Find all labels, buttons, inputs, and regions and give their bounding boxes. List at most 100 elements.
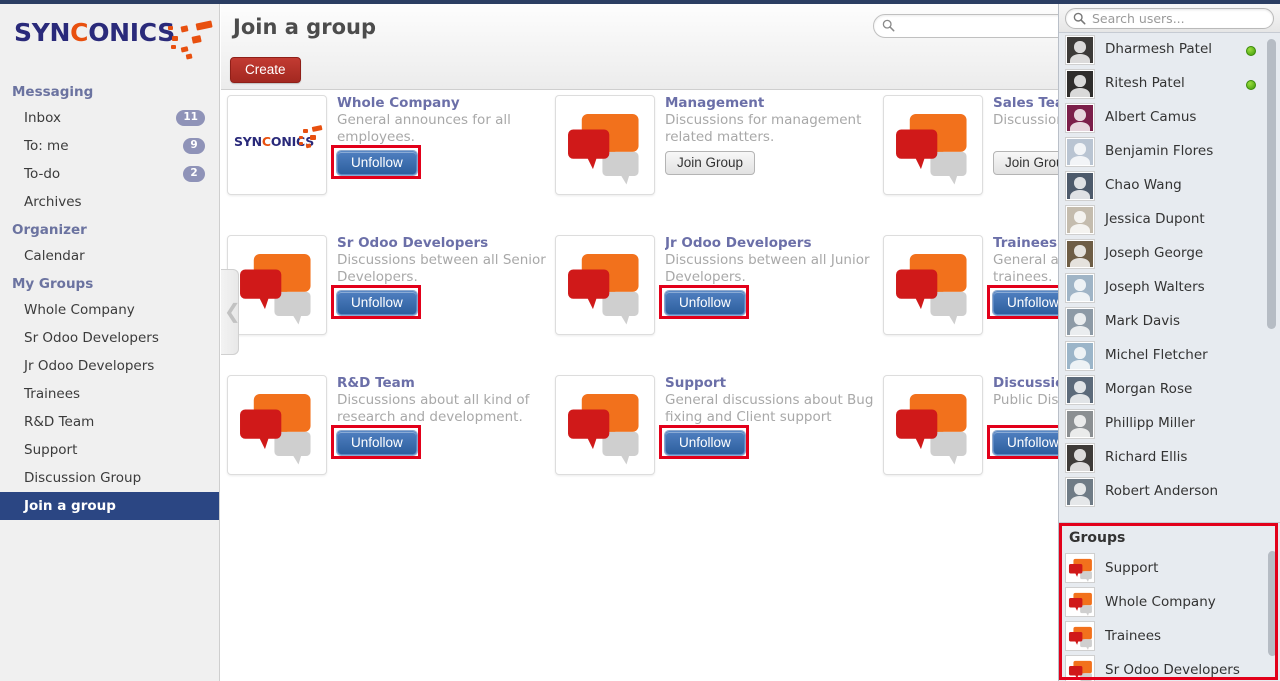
group-icon (1065, 587, 1095, 617)
chat-bubbles-icon (896, 114, 967, 185)
user-list-scrollbar[interactable] (1267, 39, 1276, 329)
group-card-title[interactable]: Management (665, 95, 883, 111)
group-list-item[interactable]: Support (1059, 552, 1280, 586)
application-window: SYNCONICS Messaging Inbox 11 To: me 9 To-do 2 A… (0, 0, 1280, 681)
unfollow-button[interactable]: Unfollow (664, 290, 746, 316)
group-card-description: Discussions for management related matte… (665, 112, 862, 145)
groups-panel-list: Support Whole Company Trainees Sr Odoo Deve… (1059, 552, 1280, 681)
create-button[interactable]: Create (230, 57, 301, 83)
user-list-item[interactable]: Joseph George (1059, 237, 1280, 271)
sidebar-item-to-me[interactable]: To: me 9 (0, 132, 219, 160)
group-card-description: Discussions about all kind of research a… (337, 392, 530, 425)
sidebar-item-r-d-team[interactable]: R&D Team (0, 408, 219, 436)
sidebar-item-sr-odoo-developers[interactable]: Sr Odoo Developers (0, 324, 219, 352)
group-list-item[interactable]: Trainees (1059, 620, 1280, 654)
sidebar-item-trainees[interactable]: Trainees (0, 380, 219, 408)
user-name: Michel Fletcher (1105, 347, 1208, 363)
group-card-description: Discussions between all Senior Developer… (337, 252, 546, 285)
online-status-icon (1246, 46, 1256, 56)
sidebar-nav: Messaging Inbox 11 To: me 9 To-do 2 Archives Org… (0, 78, 219, 520)
chat-bubbles-icon (568, 394, 639, 465)
sidebar-item-label: Sr Odoo Developers (24, 330, 159, 346)
unfollow-button[interactable]: Unfollow (336, 150, 418, 176)
group-card-support: Support General discussions about Bug fix… (555, 375, 883, 515)
chat-bubbles-icon (568, 254, 639, 325)
user-list-item[interactable]: Jessica Dupont (1059, 203, 1280, 237)
user-name: Robert Anderson (1105, 483, 1219, 499)
user-list-item[interactable]: Morgan Rose (1059, 373, 1280, 407)
group-thumbnail[interactable] (227, 235, 327, 335)
user-list-item[interactable]: Chao Wang (1059, 169, 1280, 203)
group-card-title[interactable]: Sr Odoo Developers (337, 235, 555, 251)
group-card-body: Management Discussions for management rel… (665, 95, 883, 195)
group-thumbnail[interactable] (555, 375, 655, 475)
sidebar-item-archives[interactable]: Archives (0, 188, 219, 216)
user-name: Joseph Walters (1105, 279, 1205, 295)
sidebar-section-messaging: Messaging (12, 84, 94, 100)
groups-scrollbar[interactable] (1268, 551, 1277, 656)
user-list-item[interactable]: Michel Fletcher (1059, 339, 1280, 373)
avatar (1065, 171, 1095, 201)
sidebar-item-label: Trainees (24, 386, 81, 402)
brand-logo[interactable]: SYNCONICS (0, 4, 219, 78)
sidebar-item-discussion-group[interactable]: Discussion Group (0, 464, 219, 492)
group-name: Trainees (1105, 628, 1162, 644)
group-thumbnail[interactable] (555, 235, 655, 335)
user-name: Mark Davis (1105, 313, 1181, 329)
unfollow-button[interactable]: Unfollow (336, 430, 418, 456)
group-thumbnail[interactable] (227, 375, 327, 475)
avatar (1065, 273, 1095, 303)
avatar (1065, 409, 1095, 439)
group-card-body: Sr Odoo Developers Discussions between al… (337, 235, 555, 335)
group-card-body: Support General discussions about Bug fix… (665, 375, 883, 475)
sidebar-item-whole-company[interactable]: Whole Company (0, 296, 219, 324)
sidebar-item-inbox[interactable]: Inbox 11 (0, 104, 219, 132)
user-search-box[interactable] (1065, 8, 1274, 29)
user-list-item[interactable]: Benjamin Flores (1059, 135, 1280, 169)
group-thumbnail[interactable] (883, 235, 983, 335)
group-list-item[interactable]: Whole Company (1059, 586, 1280, 620)
avatar (1065, 477, 1095, 507)
sidebar-item-to-do[interactable]: To-do 2 (0, 160, 219, 188)
group-list-item[interactable]: Sr Odoo Developers (1059, 654, 1280, 681)
group-card-whole-company: SYNCONICS Whole Company General announces … (227, 95, 555, 235)
group-name: Sr Odoo Developers (1105, 662, 1240, 678)
sidebar-item-badge: 9 (183, 138, 205, 154)
group-card-title[interactable]: R&D Team (337, 375, 555, 391)
group-thumbnail[interactable] (555, 95, 655, 195)
user-list-item[interactable]: Joseph Walters (1059, 271, 1280, 305)
avatar (1065, 307, 1095, 337)
group-card-title[interactable]: Jr Odoo Developers (665, 235, 883, 251)
join-group-button[interactable]: Join Group (665, 151, 756, 175)
user-list-item[interactable]: Ritesh Patel (1059, 67, 1280, 101)
user-name: Joseph George (1105, 245, 1204, 261)
group-thumbnail[interactable] (883, 375, 983, 475)
avatar (1065, 103, 1095, 133)
user-search-input[interactable] (1090, 10, 1260, 27)
avatar (1065, 35, 1095, 65)
sidebar-item-join-a-group[interactable]: Join a group (0, 492, 219, 520)
group-card-title[interactable]: Whole Company (337, 95, 555, 111)
sidebar-item-jr-odoo-developers[interactable]: Jr Odoo Developers (0, 352, 219, 380)
group-card-r-d-team: R&D Team Discussions about all kind of re… (227, 375, 555, 515)
chat-bubbles-icon (1068, 592, 1092, 616)
group-thumbnail[interactable] (883, 95, 983, 195)
user-list-item[interactable]: Albert Camus (1059, 101, 1280, 135)
user-list-item[interactable]: Phillipp Miller (1059, 407, 1280, 441)
user-list: Dharmesh Patel Ritesh Patel Albert Camus Be… (1059, 33, 1280, 523)
groups-panel: Groups Support Whole Company Trainees Sr Od… (1059, 522, 1280, 681)
group-card-title[interactable]: Support (665, 375, 883, 391)
sidebar-item-calendar[interactable]: Calendar (0, 242, 219, 270)
group-card-jr-odoo-developers: Jr Odoo Developers Discussions between al… (555, 235, 883, 375)
sidebar-item-support[interactable]: Support (0, 436, 219, 464)
user-list-item[interactable]: Mark Davis (1059, 305, 1280, 339)
unfollow-button[interactable]: Unfollow (664, 430, 746, 456)
collapse-left-handle[interactable]: ❮ (221, 269, 241, 355)
user-list-item[interactable]: Dharmesh Patel (1059, 33, 1280, 67)
user-list-item[interactable]: Richard Ellis (1059, 441, 1280, 475)
search-icon (882, 19, 895, 32)
group-thumbnail[interactable]: SYNCONICS (227, 95, 327, 195)
sidebar-item-label: Whole Company (24, 302, 135, 318)
unfollow-button[interactable]: Unfollow (336, 290, 418, 316)
user-list-item[interactable]: Robert Anderson (1059, 475, 1280, 509)
